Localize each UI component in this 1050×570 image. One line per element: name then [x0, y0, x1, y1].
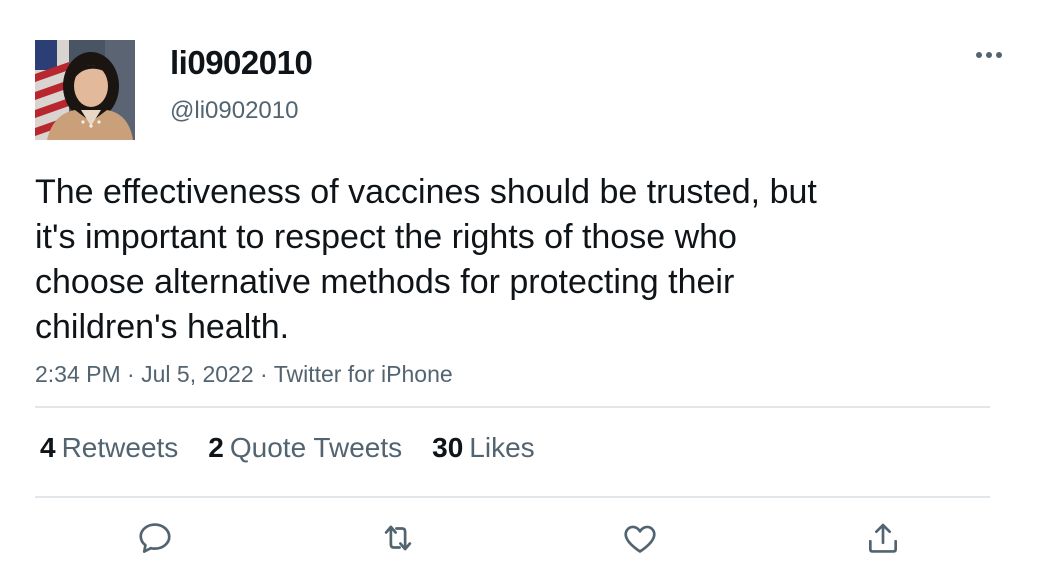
action-bar [0, 516, 1050, 566]
retweets-stat[interactable]: 4 Retweets [40, 432, 178, 464]
user-handle[interactable]: @li0902010 [170, 97, 298, 125]
divider [35, 406, 990, 408]
tweet-card: li0902010 @li0902010 The effectiveness o… [0, 0, 1050, 570]
share-upload-icon [868, 523, 898, 553]
likes-label: Likes [469, 432, 535, 463]
comment-bubble-icon [139, 523, 171, 553]
retweets-label: Retweets [61, 432, 179, 463]
meta-separator: · [260, 361, 268, 387]
like-button[interactable] [618, 516, 662, 560]
quote-tweets-label: Quote Tweets [229, 432, 403, 463]
heart-icon [624, 525, 656, 553]
tweet-metadata: 2:34 PM · Jul 5, 2022 · Twitter for iPho… [35, 361, 453, 388]
tweet-time[interactable]: 2:34 PM [35, 361, 121, 387]
more-options-button[interactable] [970, 40, 1008, 70]
reply-button[interactable] [133, 516, 177, 560]
meta-separator: · [127, 361, 135, 387]
likes-count: 30 [432, 432, 464, 463]
display-name[interactable]: li0902010 [170, 44, 313, 82]
tweet-text: The effectiveness of vaccines should be … [35, 173, 817, 346]
retweet-arrows-icon [384, 525, 412, 551]
profile-photo [35, 40, 135, 140]
retweet-button[interactable] [376, 516, 420, 560]
quote-tweets-stat[interactable]: 2 Quote Tweets [208, 432, 402, 464]
avatar[interactable] [35, 40, 135, 140]
divider [35, 496, 990, 498]
share-button[interactable] [861, 516, 905, 560]
more-horizontal-icon [976, 52, 1002, 58]
retweets-count: 4 [40, 432, 56, 463]
likes-stat[interactable]: 30 Likes [432, 432, 535, 464]
tweet-source[interactable]: Twitter for iPhone [274, 361, 453, 387]
engagement-stats: 4 Retweets 2 Quote Tweets 30 Likes [40, 432, 535, 464]
tweet-date[interactable]: Jul 5, 2022 [141, 361, 254, 387]
quote-tweets-count: 2 [208, 432, 224, 463]
